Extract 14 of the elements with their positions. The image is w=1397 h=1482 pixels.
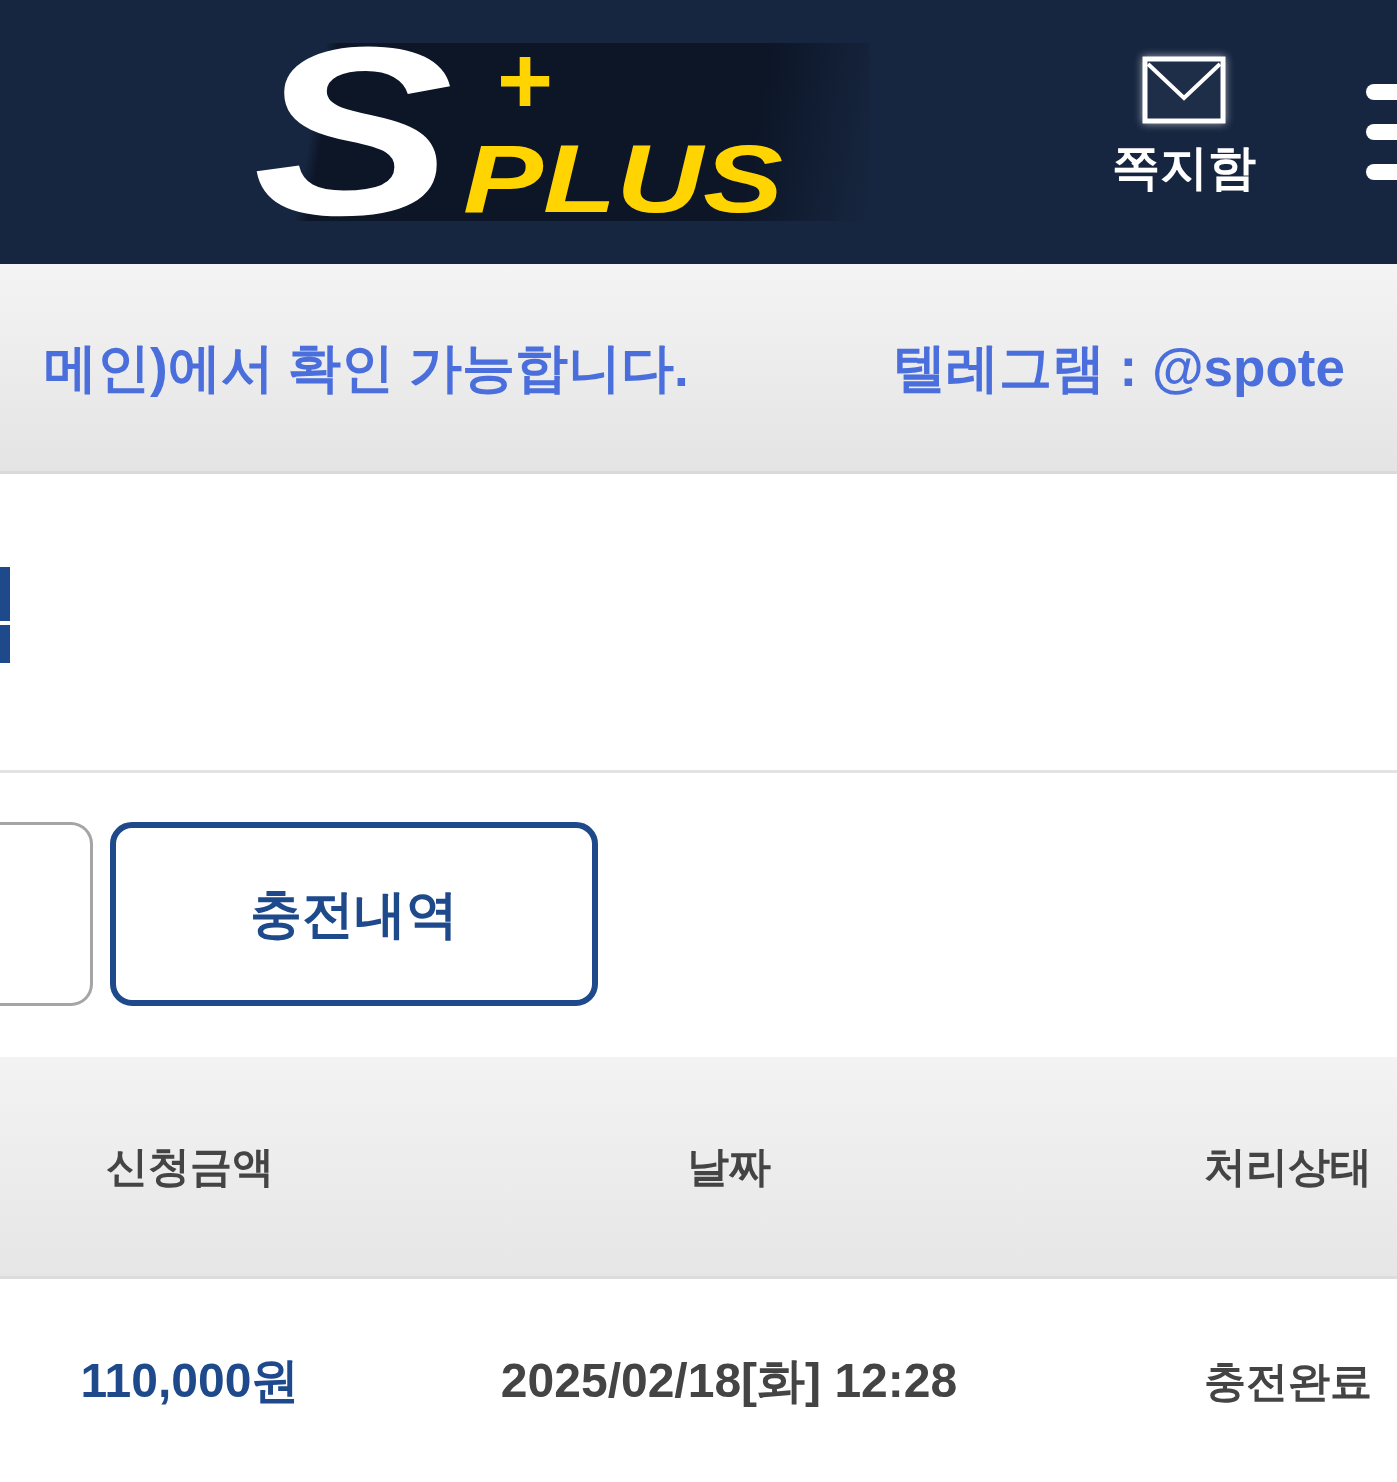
- logo-word: PLUS: [463, 143, 784, 215]
- column-header: 처리상태: [1204, 1142, 1372, 1192]
- status-cell-text: 충전완료: [1204, 1356, 1372, 1407]
- menu-icon[interactable]: [1366, 84, 1397, 180]
- envelope-icon: [1142, 56, 1226, 124]
- column-header: 신청금액: [106, 1142, 274, 1192]
- logo-plus: +: [497, 45, 554, 117]
- logo-letter: S: [253, 43, 454, 221]
- title-marker-icon: [0, 567, 10, 663]
- column-header: 날짜: [687, 1142, 771, 1192]
- amount-cell-text: 110,000원: [80, 1353, 300, 1409]
- messages-button[interactable]: 쪽지함: [1106, 56, 1262, 192]
- date-cell-text: 2025/02/18[화] 12:28: [500, 1353, 958, 1409]
- tab[interactable]: 충전내역: [110, 822, 598, 1006]
